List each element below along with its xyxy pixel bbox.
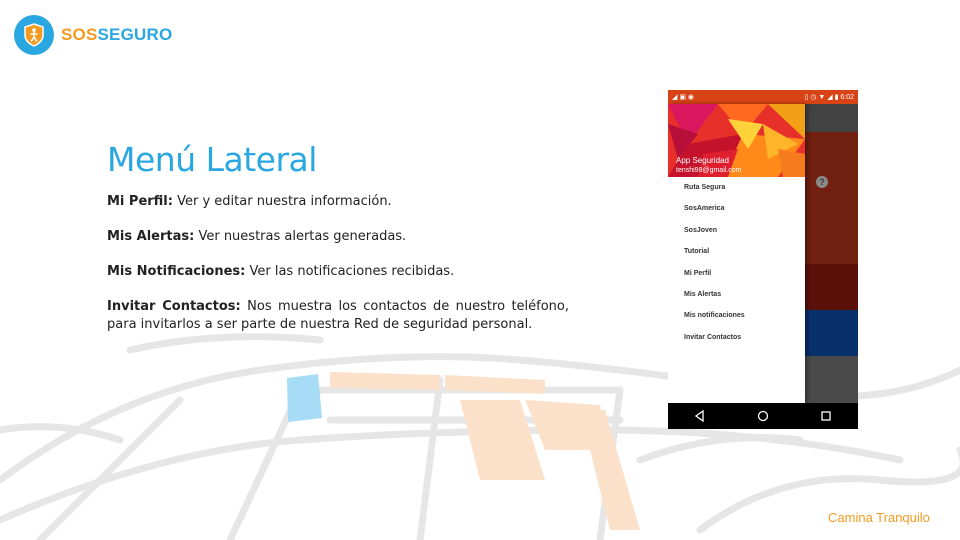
content-item-alerts: Mis Alertas: Ver nuestras alertas genera… [107, 228, 569, 246]
notification-icons: ◢ ▣ ◉ [672, 94, 694, 101]
content-desc: Ver las notificaciones recibidas. [245, 264, 455, 279]
account-name: App Seguridad [676, 156, 729, 165]
brand-name-part1: SOS [61, 25, 98, 44]
menu-item-mis-notificaciones[interactable]: Mis notificaciones [668, 305, 805, 326]
menu-item-invitar-contactos[interactable]: Invitar Contactos [668, 327, 805, 348]
drawer-header: App Seguridad tenshi98@gmail.com [668, 104, 805, 177]
drawer-menu: Ruta Segura SosAmerica SosJoven Tutorial… [668, 177, 805, 348]
menu-item-tutorial[interactable]: Tutorial [668, 241, 805, 262]
brand-logo: SOSSEGURO [14, 15, 172, 55]
brand-name-part2: SEGURO [97, 25, 173, 44]
status-time: 6:02 [840, 94, 854, 101]
content-item-invite: Invitar Contactos: Nos muestra los conta… [107, 298, 569, 334]
menu-item-mi-perfil[interactable]: Mi Perfil [668, 263, 805, 284]
android-navbar [668, 403, 858, 429]
recents-icon[interactable] [816, 406, 836, 426]
content-term: Mi Perfil: [107, 194, 173, 209]
brand-name: SOSSEGURO [61, 25, 172, 45]
shield-walker-icon [14, 15, 54, 55]
status-bar: ◢ ▣ ◉ ▯ ◷ ▼ ◢ ▮ 6:02 [668, 90, 858, 104]
back-icon[interactable] [690, 406, 710, 426]
account-email: tenshi98@gmail.com [676, 167, 742, 174]
slide-title: Menú Lateral [107, 140, 317, 179]
content-term: Mis Alertas: [107, 229, 195, 244]
navigation-drawer: App Seguridad tenshi98@gmail.com Ruta Se… [668, 104, 805, 403]
home-icon[interactable] [753, 406, 773, 426]
slide: SOSSEGURO Menú Lateral Mi Perfil: Ver y … [0, 0, 960, 540]
menu-item-ruta-segura[interactable]: Ruta Segura [668, 177, 805, 198]
content-term: Mis Notificaciones: [107, 264, 246, 279]
tagline: Camina Tranquilo [828, 510, 930, 525]
phone-screenshot: ◢ ▣ ◉ ▯ ◷ ▼ ◢ ▮ 6:02 ? App Seguridad ten… [668, 90, 858, 429]
status-icons: ▯ ◷ ▼ ◢ ▮ 6:02 [804, 94, 854, 101]
menu-item-sosamerica[interactable]: SosAmerica [668, 198, 805, 219]
menu-item-sosjoven[interactable]: SosJoven [668, 220, 805, 241]
content-desc: Ver y editar nuestra información. [172, 194, 392, 209]
park-area [287, 374, 322, 422]
help-icon[interactable]: ? [816, 176, 828, 188]
content-item-profile: Mi Perfil: Ver y editar nuestra informac… [107, 193, 569, 211]
content-term: Invitar Contactos: [107, 299, 241, 314]
menu-item-mis-alertas[interactable]: Mis Alertas [668, 284, 805, 305]
content-item-notifications: Mis Notificaciones: Ver las notificacion… [107, 263, 569, 281]
content-desc: Ver nuestras alertas generadas. [194, 229, 407, 244]
slide-content: Mi Perfil: Ver y editar nuestra informac… [107, 193, 569, 351]
